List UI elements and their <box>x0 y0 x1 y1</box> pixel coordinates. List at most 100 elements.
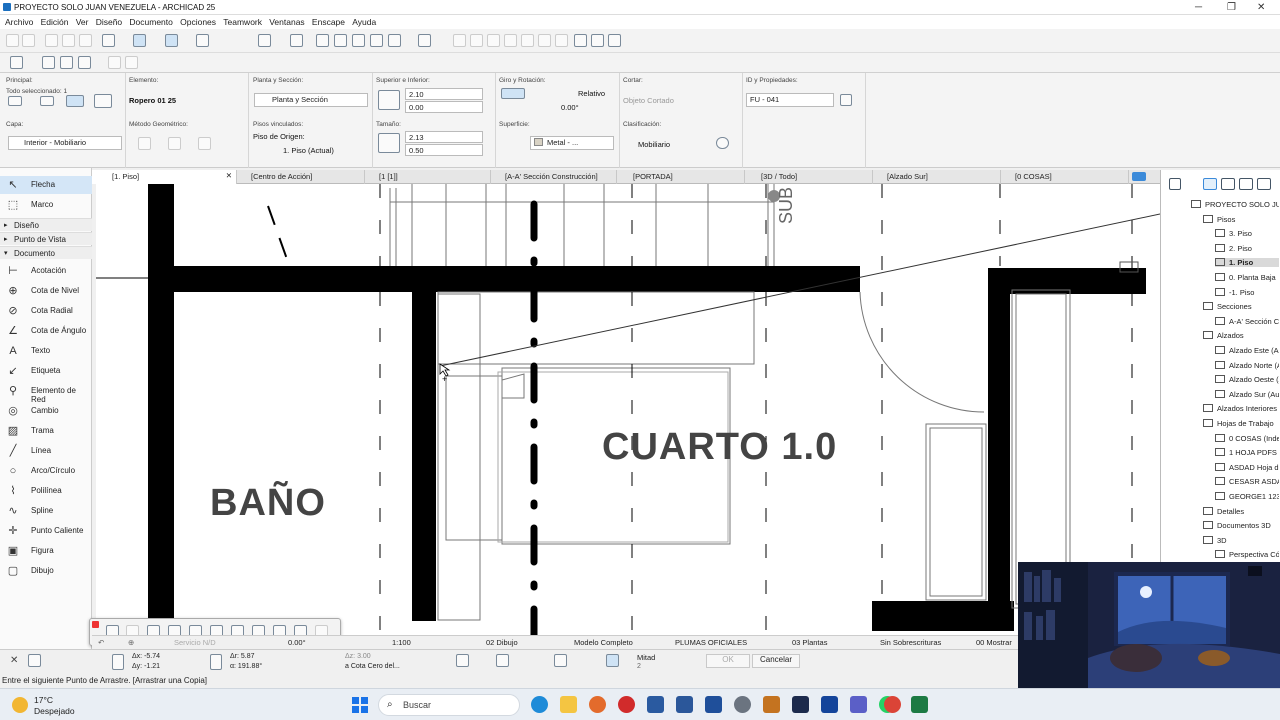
tool-trama[interactable]: ▨ Trama <box>0 422 92 440</box>
weather-sun-icon[interactable] <box>12 697 28 713</box>
excel-icon[interactable] <box>911 696 928 713</box>
planta-dropdown[interactable]: Planta y Sección <box>254 93 368 107</box>
navigator-item[interactable]: 2. Piso <box>1215 243 1279 253</box>
angle-alpha[interactable]: α: 191.88° <box>230 663 262 670</box>
snap-ref-icon[interactable] <box>456 654 469 667</box>
align-icon[interactable] <box>453 34 466 47</box>
weather-temp[interactable]: 17°C <box>34 695 53 705</box>
menu-ayuda[interactable]: Ayuda <box>352 17 376 27</box>
vscode-icon[interactable] <box>705 696 722 713</box>
navigator-item[interactable]: 0 COSAS (Independiente) <box>1215 433 1279 443</box>
project-map-icon[interactable] <box>1203 178 1217 190</box>
room-label-bano[interactable]: BAÑO <box>210 482 326 525</box>
redo-icon[interactable] <box>22 34 35 47</box>
navigator-item[interactable]: Documentos 3D <box>1203 521 1279 530</box>
tool-spline[interactable]: ∿ Spline <box>0 502 92 520</box>
floor-plan-drawing[interactable]: + <box>96 184 1160 635</box>
mirror-icon[interactable] <box>501 88 525 99</box>
model-icon[interactable] <box>42 56 55 69</box>
cota-cero[interactable]: a Cota Cero del... <box>345 663 400 670</box>
settings-icon[interactable] <box>734 696 751 713</box>
zoom-icon[interactable]: ⊕ <box>128 638 134 647</box>
gravity-icon[interactable] <box>165 34 178 47</box>
geometry-method-1-icon[interactable] <box>138 137 151 150</box>
layer-icon[interactable] <box>258 34 271 47</box>
distribute-icon[interactable] <box>470 34 483 47</box>
navigator-item[interactable]: 0. Planta Baja <box>1215 273 1279 282</box>
navigator-item[interactable]: 1 HOJA PDFS (Independiente) <box>1215 448 1279 457</box>
flag-icon[interactable] <box>574 34 587 47</box>
resize-icon[interactable] <box>555 34 568 47</box>
tool-figura[interactable]: ▣ Figura <box>0 542 92 560</box>
navigator-item[interactable]: Perspectiva Cónica <box>1215 550 1279 559</box>
adjust-icon[interactable] <box>487 34 500 47</box>
tab-centro-accion[interactable]: [Centro de Acción] <box>237 170 365 184</box>
section-diseno[interactable]: ▸ Diseño <box>0 218 92 231</box>
tool-polil-nea[interactable]: ⌇ Polilínea <box>0 482 92 500</box>
guide-line-icon[interactable] <box>102 34 115 47</box>
menu-documento[interactable]: Documento <box>129 17 172 27</box>
arrow-select-icon[interactable] <box>40 96 54 106</box>
mitad-number[interactable]: 2 <box>637 663 641 670</box>
menu-edicion[interactable]: Edición <box>41 17 69 27</box>
maximize-button[interactable]: ❐ <box>1227 2 1236 13</box>
layout-book-icon[interactable] <box>1239 178 1253 190</box>
tool-dibujo[interactable]: ▢ Dibujo <box>0 562 92 580</box>
tab-3d[interactable]: [3D / Todo] <box>745 170 873 184</box>
publisher-icon[interactable] <box>1257 178 1271 190</box>
angle-value[interactable]: 0.00° <box>288 638 306 647</box>
grid-icon[interactable] <box>196 34 209 47</box>
snap-icon[interactable] <box>133 34 146 47</box>
tool-cota-de-nivel[interactable]: ⊕ Cota de Nivel <box>0 282 92 300</box>
firefox-icon[interactable] <box>589 696 606 713</box>
navigator-item[interactable]: Alzados Interiores <box>1203 404 1279 413</box>
mostrar-value[interactable]: 00 Mostrar <box>976 638 1012 647</box>
cancel-button[interactable]: Cancelar <box>752 654 800 668</box>
archicad-taskbar-icon[interactable] <box>821 696 838 713</box>
id-input[interactable]: FU - 041 <box>746 93 834 107</box>
size-a-input[interactable]: 2.13 <box>405 131 483 143</box>
tool-l-nea[interactable]: ╱ Línea <box>0 442 92 460</box>
offset-icon[interactable] <box>521 34 534 47</box>
navigator-item[interactable]: ▾Hojas de Trabajo <box>1203 419 1279 428</box>
view-3d-icon[interactable] <box>388 34 401 47</box>
tool-etiqueta[interactable]: ↙ Etiqueta <box>0 362 92 380</box>
eyedropper-icon[interactable] <box>79 34 92 47</box>
app-orange-icon[interactable] <box>763 696 780 713</box>
navigator-item[interactable]: CESASR ASDAS (Independiente) <box>1215 477 1279 486</box>
menu-ver[interactable]: Ver <box>76 17 89 27</box>
tool-cambio[interactable]: ◎ Cambio <box>0 402 92 420</box>
classification-value[interactable]: Mobiliario <box>638 140 670 149</box>
undo-view-icon[interactable]: ↶ <box>98 638 104 647</box>
fillet-icon[interactable] <box>538 34 551 47</box>
suspend-group-icon[interactable] <box>334 34 347 47</box>
tab-0-cosas[interactable]: [0 COSAS] <box>1001 170 1129 184</box>
menu-enscape[interactable]: Enscape <box>312 17 345 27</box>
view-map-icon[interactable] <box>1221 178 1235 190</box>
delta-x[interactable]: Δx: -5.74 <box>132 653 160 660</box>
navigator-item[interactable]: ▾Alzados <box>1203 331 1279 340</box>
angle-value[interactable]: 0.00° <box>561 103 579 112</box>
tool-elemento-de-red[interactable]: ⚲ Elemento de Red <box>0 382 92 404</box>
close-palette-icon[interactable] <box>92 621 99 628</box>
navigator-item[interactable]: ASDAD Hoja de Trabajo <box>1215 462 1279 472</box>
menu-opciones[interactable]: Opciones <box>180 17 216 27</box>
trace-icon[interactable] <box>108 56 121 69</box>
group-icon[interactable] <box>316 34 329 47</box>
navigator-item[interactable]: Alzado Norte (Auto-Reconstruir) <box>1215 360 1279 370</box>
menu-ventanas[interactable]: Ventanas <box>269 17 304 27</box>
navigator-item[interactable]: 1. Piso <box>1215 258 1279 268</box>
dibujo-value[interactable]: 02 Dibujo <box>486 638 518 647</box>
opera-icon[interactable] <box>618 696 635 713</box>
edge-icon[interactable] <box>531 696 548 713</box>
close-tracker-icon[interactable]: ✕ <box>10 655 18 666</box>
section-punto-vista[interactable]: ▸ Punto de Vista <box>0 232 92 245</box>
tool-marco[interactable]: ⬚ Marco <box>0 196 92 214</box>
geometry-method-2-icon[interactable] <box>168 137 181 150</box>
windows-start-icon[interactable] <box>352 697 368 713</box>
half-snap-icon[interactable] <box>606 654 619 667</box>
chrome-icon[interactable] <box>884 696 901 713</box>
layout-icon[interactable] <box>10 56 23 69</box>
surface-dropdown[interactable]: Metal - ... <box>530 136 614 150</box>
teamwork-icon[interactable] <box>608 34 621 47</box>
